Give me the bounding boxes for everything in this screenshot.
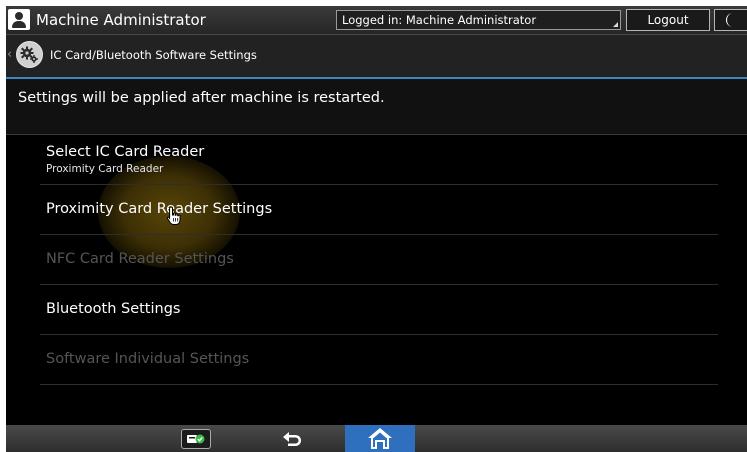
home-button[interactable] <box>345 425 415 452</box>
settings-list: Select IC Card Reader Proximity Card Rea… <box>40 135 718 385</box>
user-name: Machine Administrator <box>36 11 206 29</box>
hand-pointer-icon <box>166 206 181 225</box>
menu-item-label: Select IC Card Reader <box>46 144 205 160</box>
menu-item-label: Proximity Card Reader Settings <box>46 201 273 217</box>
menu-item-current-value: Proximity Card Reader <box>46 163 164 175</box>
top-bar: Machine Administrator Logged in: Machine… <box>6 6 747 35</box>
menu-item-software-individual-settings: Software Individual Settings <box>40 335 718 385</box>
status-button[interactable] <box>181 429 211 449</box>
expand-corner-icon <box>613 22 618 27</box>
menu-item-label: NFC Card Reader Settings <box>46 251 234 267</box>
login-status-box[interactable]: Logged in: Machine Administrator <box>336 10 621 30</box>
menu-item-nfc-card-reader-settings: NFC Card Reader Settings <box>40 235 718 285</box>
machine-screen: Machine Administrator Logged in: Machine… <box>6 6 747 452</box>
page-title: IC Card/Bluetooth Software Settings <box>50 48 257 62</box>
bottom-bar <box>6 425 747 452</box>
check-status-icon <box>187 434 205 444</box>
chevron-left-icon[interactable]: ‹ <box>7 48 12 62</box>
gear-icon <box>16 41 43 68</box>
user-icon <box>8 9 30 30</box>
breadcrumb: ‹ IC Card/Bluetooth Software Settings <box>6 35 747 79</box>
menu-item-bluetooth-settings[interactable]: Bluetooth Settings <box>40 285 718 335</box>
moon-icon <box>726 13 733 27</box>
restart-notice: Settings will be applied after machine i… <box>6 79 747 135</box>
notice-text: Settings will be applied after machine i… <box>18 90 385 106</box>
back-arrow-icon[interactable] <box>280 429 304 449</box>
logout-button[interactable]: Logout <box>626 9 710 31</box>
home-icon <box>368 428 392 449</box>
menu-item-proximity-card-reader-settings[interactable]: Proximity Card Reader Settings <box>40 185 718 235</box>
menu-item-label: Bluetooth Settings <box>46 301 181 317</box>
login-status-text: Logged in: Machine Administrator <box>342 13 537 27</box>
menu-item-select-ic-card-reader[interactable]: Select IC Card Reader Proximity Card Rea… <box>40 135 718 185</box>
energy-saver-button[interactable] <box>714 9 747 31</box>
menu-item-label: Software Individual Settings <box>46 351 250 367</box>
